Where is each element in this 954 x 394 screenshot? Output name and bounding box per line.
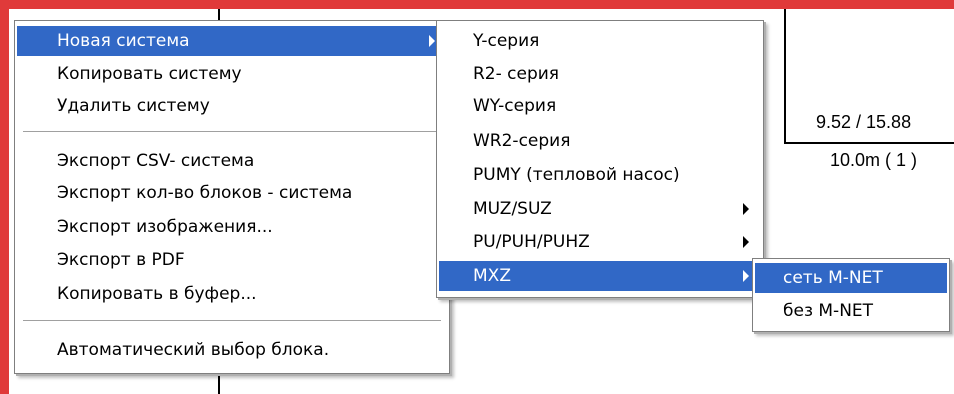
menu-item-label: WY-серия: [473, 96, 557, 116]
menu-item-label: Новая система: [57, 31, 190, 51]
menu-item-pu-puh-puhz[interactable]: PU/PUH/PUHZ: [439, 227, 761, 257]
menu-item-label: Автоматический выбор блока.: [57, 340, 330, 360]
menu-item-copy-to-clipboard[interactable]: Копировать в буфер...: [17, 279, 447, 309]
menu-item-y-series[interactable]: Y-серия: [439, 26, 761, 56]
menu-item-auto-unit-selection[interactable]: Автоматический выбор блока.: [17, 335, 447, 365]
menu-item-copy-system[interactable]: Копировать систему: [17, 59, 447, 89]
menu-item-label: Экспорт CSV- система: [57, 151, 255, 171]
menu-item-label: Копировать систему: [57, 64, 242, 84]
context-menu: Новая система Копировать систему Удалить…: [14, 20, 450, 374]
menu-item-label: PU/PUH/PUHZ: [473, 232, 590, 252]
submenu-arrow-icon: [743, 236, 749, 248]
drawing-line: [784, 142, 954, 144]
menu-item-label: Копировать в буфер...: [57, 284, 257, 304]
menu-separator: [23, 320, 441, 322]
menu-item-export-unit-count[interactable]: Экспорт кол-во блоков - система: [17, 178, 447, 208]
menu-item-new-system[interactable]: Новая система: [17, 26, 447, 56]
menu-item-label: Экспорт кол-во блоков - система: [57, 183, 353, 203]
menu-item-muz-suz[interactable]: MUZ/SUZ: [439, 194, 761, 224]
menu-item-no-m-net[interactable]: без M-NET: [755, 296, 947, 326]
menu-item-m-net[interactable]: сеть M-NET: [755, 263, 947, 293]
menu-item-label: сеть M-NET: [783, 268, 883, 288]
menu-item-export-pdf[interactable]: Экспорт в PDF: [17, 245, 447, 275]
menu-item-r2-series[interactable]: R2- серия: [439, 59, 761, 89]
menu-item-label: Y-серия: [473, 31, 540, 51]
menu-item-label: WR2-серия: [473, 131, 571, 151]
series-submenu: Y-серия R2- серия WY-серия WR2-серия PUM…: [436, 20, 764, 298]
menu-item-wr2-series[interactable]: WR2-серия: [439, 126, 761, 156]
menu-item-pumy[interactable]: PUMY (тепловой насос): [439, 160, 761, 190]
menu-item-label: MUZ/SUZ: [473, 199, 552, 219]
menu-item-mxz[interactable]: MXZ: [439, 261, 761, 291]
menu-item-export-image[interactable]: Экспорт изображения...: [17, 212, 447, 242]
submenu-arrow-icon: [743, 270, 749, 282]
pipe-diameter-label: 9.52 / 15.88: [816, 112, 912, 132]
menu-item-export-csv[interactable]: Экспорт CSV- система: [17, 146, 447, 176]
menu-item-label: Удалить систему: [57, 96, 210, 116]
menu-item-wy-series[interactable]: WY-серия: [439, 91, 761, 121]
drawing-line: [784, 9, 786, 144]
pipe-length-label: 10.0m ( 1 ): [830, 150, 918, 170]
submenu-arrow-icon: [743, 203, 749, 215]
menu-item-label: MXZ: [473, 266, 511, 286]
menu-separator: [23, 131, 441, 133]
menu-item-label: R2- серия: [473, 64, 560, 84]
menu-item-label: Экспорт изображения...: [57, 217, 273, 237]
mxz-submenu: сеть M-NET без M-NET: [752, 258, 950, 332]
submenu-arrow-icon: [429, 35, 435, 47]
menu-item-label: PUMY (тепловой насос): [473, 165, 680, 185]
menu-item-label: Экспорт в PDF: [57, 250, 185, 270]
menu-item-delete-system[interactable]: Удалить систему: [17, 91, 447, 121]
menu-item-label: без M-NET: [783, 301, 874, 321]
